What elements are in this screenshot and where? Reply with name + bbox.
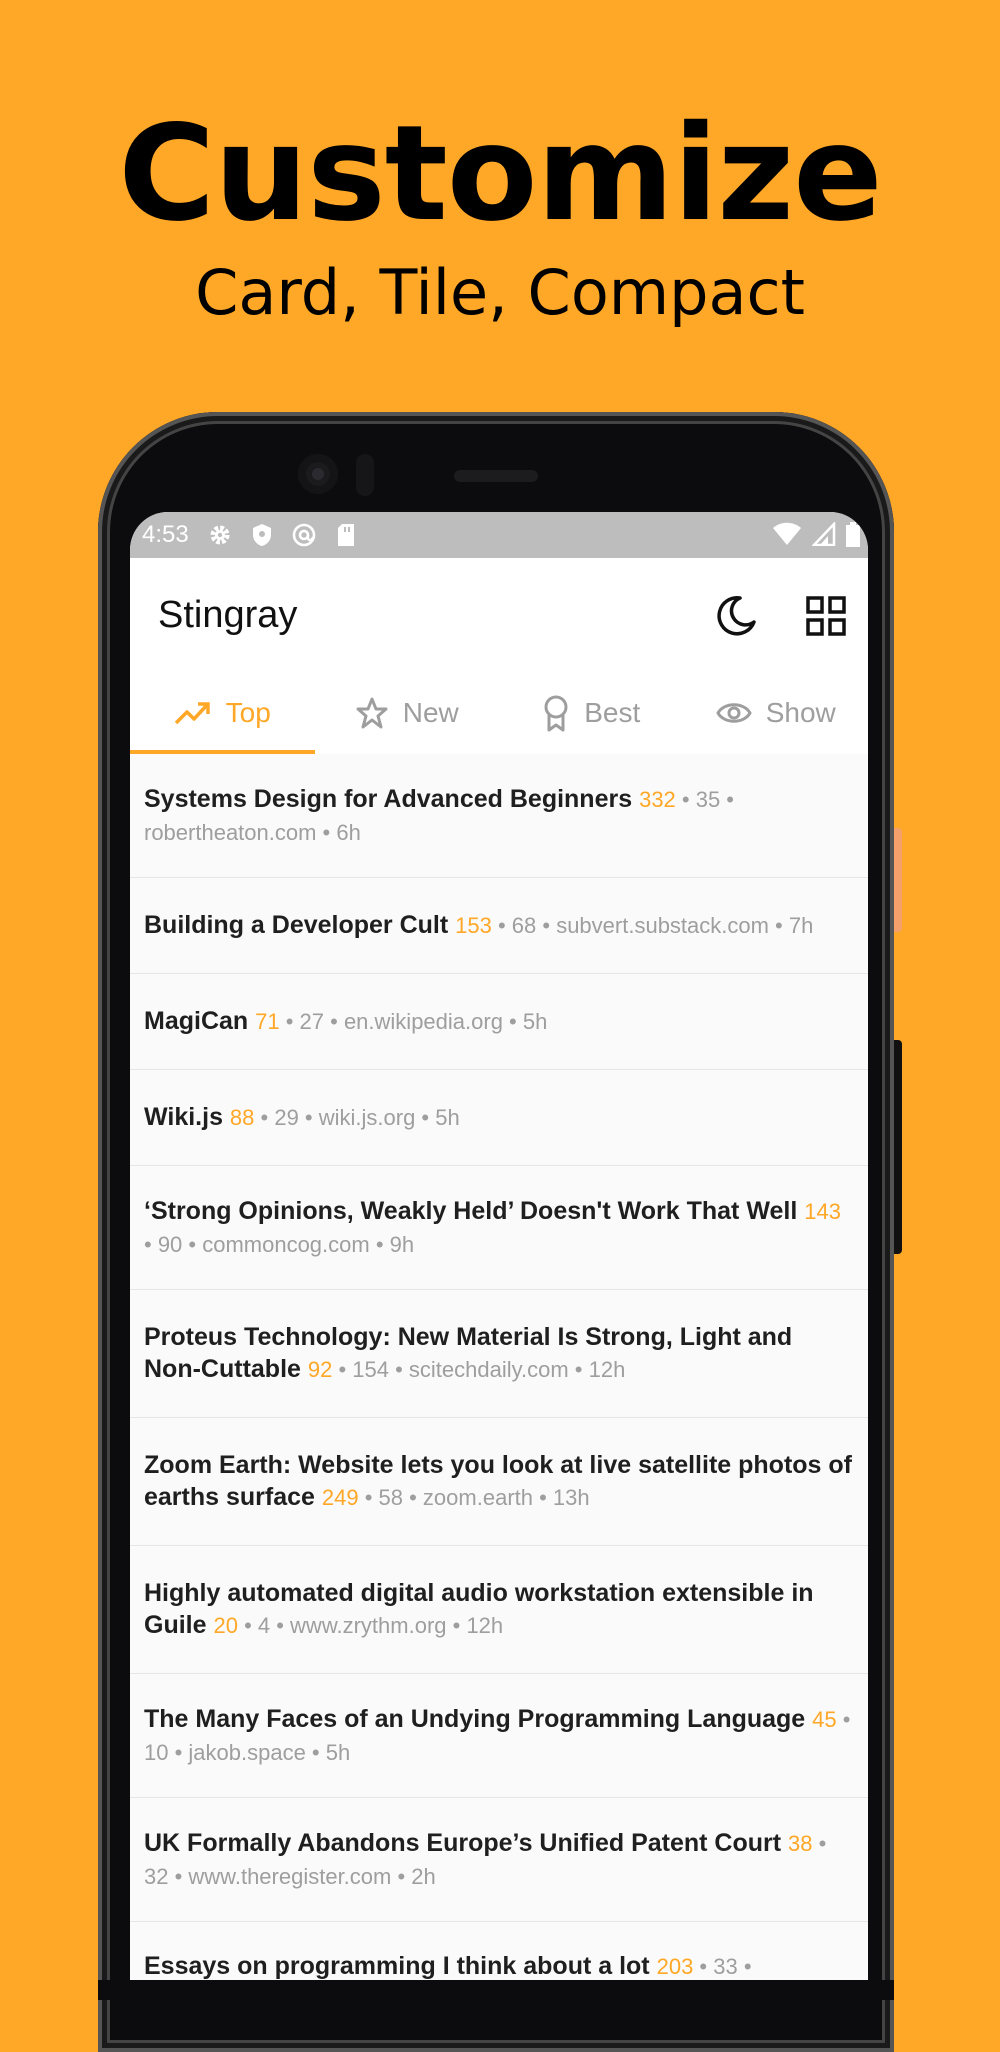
list-item[interactable]: The Many Faces of an Undying Programming… bbox=[130, 1674, 868, 1798]
story-title: Essays on programming I think about a lo… bbox=[144, 1952, 650, 1980]
story-title: Wiki.js bbox=[144, 1103, 223, 1131]
phone-side-button-power bbox=[894, 1040, 902, 1254]
story-points: 20 bbox=[213, 1613, 238, 1638]
list-item[interactable]: ‘Strong Opinions, Weakly Held’ Doesn't W… bbox=[130, 1166, 868, 1290]
story-points: 249 bbox=[321, 1485, 359, 1510]
status-time: 4:53 bbox=[142, 521, 189, 548]
list-item[interactable]: UK Formally Abandons Europe’s Unified Pa… bbox=[130, 1798, 868, 1922]
earpiece-speaker bbox=[454, 470, 538, 482]
app-title: Stingray bbox=[158, 594, 298, 636]
story-points: 203 bbox=[656, 1954, 694, 1979]
wifi-icon bbox=[772, 522, 802, 553]
list-item[interactable]: Proteus Technology: New Material Is Stro… bbox=[130, 1290, 868, 1418]
battery-icon bbox=[846, 521, 860, 554]
eye-icon bbox=[716, 703, 752, 723]
story-meta: • 29 • wiki.js.org • 5h bbox=[254, 1105, 460, 1130]
list-item[interactable]: Building a Developer Cult 153 • 68 • sub… bbox=[130, 878, 868, 974]
story-meta: • 4 • www.zrythm.org • 12h bbox=[237, 1613, 504, 1638]
list-item[interactable]: Systems Design for Advanced Beginners 33… bbox=[130, 754, 868, 878]
moon-icon bbox=[717, 596, 756, 636]
story-points: 88 bbox=[229, 1105, 255, 1130]
story-title: Building a Developer Cult bbox=[144, 911, 449, 939]
story-meta: • 33 • bbox=[693, 1954, 752, 1979]
tab-show[interactable]: Show bbox=[684, 672, 869, 754]
story-meta: • 58 • zoom.earth • 13h bbox=[358, 1485, 590, 1510]
dark-mode-button[interactable] bbox=[712, 592, 760, 640]
phone-side-button-top bbox=[894, 828, 902, 932]
tab-label: Show bbox=[765, 697, 836, 728]
tab-label: New bbox=[402, 697, 459, 728]
award-ribbon-icon bbox=[544, 695, 568, 732]
list-item[interactable]: Essays on programming I think about a lo… bbox=[130, 1922, 868, 1980]
story-title: UK Formally Abandons Europe’s Unified Pa… bbox=[144, 1828, 782, 1857]
tab-best[interactable]: Best bbox=[499, 672, 684, 754]
front-camera bbox=[298, 454, 338, 494]
list-item[interactable]: Highly automated digital audio workstati… bbox=[130, 1546, 868, 1674]
tab-label: Top bbox=[225, 697, 271, 728]
grid-icon bbox=[806, 596, 846, 636]
gear-icon bbox=[207, 522, 233, 548]
signal-icon bbox=[811, 520, 836, 553]
story-points: 92 bbox=[307, 1357, 333, 1382]
story-meta: • 90 • commoncog.com • 9h bbox=[144, 1231, 415, 1257]
tab-new[interactable]: New bbox=[315, 672, 500, 754]
story-meta: • 27 • en.wikipedia.org • 5h bbox=[279, 1009, 548, 1034]
story-points: 45 bbox=[812, 1706, 837, 1732]
list-item[interactable]: Wiki.js 88 • 29 • wiki.js.org • 5h bbox=[130, 1070, 868, 1166]
sd-card-icon bbox=[333, 522, 359, 548]
tab-label: Best bbox=[584, 697, 641, 728]
story-points: 71 bbox=[255, 1009, 280, 1034]
list-item[interactable]: Zoom Earth: Website lets you look at liv… bbox=[130, 1418, 868, 1546]
story-title: ‘Strong Opinions, Weakly Held’ Doesn't W… bbox=[144, 1196, 798, 1225]
promo-title: Customize bbox=[118, 97, 882, 251]
star-icon bbox=[356, 697, 388, 729]
phone-screen: 4:53 Stingray Top New Best Show Systems … bbox=[130, 512, 868, 1980]
story-points: 143 bbox=[804, 1198, 841, 1224]
bottom-bezel bbox=[98, 1980, 894, 2000]
layout-toggle-button[interactable] bbox=[802, 592, 850, 640]
story-points: 38 bbox=[788, 1830, 813, 1856]
promo-subtitle: Card, Tile, Compact bbox=[195, 256, 805, 329]
story-list: Systems Design for Advanced Beginners 33… bbox=[130, 754, 868, 1980]
trending-up-icon bbox=[174, 702, 210, 725]
status-bar: 4:53 bbox=[130, 512, 868, 558]
story-meta: • 68 • subvert.substack.com • 7h bbox=[491, 913, 814, 938]
story-title: Systems Design for Advanced Beginners bbox=[144, 784, 633, 813]
story-meta: • 154 • scitechdaily.com • 12h bbox=[332, 1357, 626, 1382]
app-bar: Stingray bbox=[130, 558, 868, 672]
story-points: 332 bbox=[639, 786, 676, 812]
at-sign-icon bbox=[291, 522, 317, 548]
tab-top[interactable]: Top bbox=[130, 672, 315, 754]
story-title: MagiCan bbox=[144, 1007, 249, 1035]
list-item[interactable]: MagiCan 71 • 27 • en.wikipedia.org • 5h bbox=[130, 974, 868, 1070]
story-title: The Many Faces of an Undying Programming… bbox=[144, 1704, 806, 1733]
story-points: 153 bbox=[455, 913, 492, 938]
shield-icon bbox=[249, 522, 275, 548]
tab-bar: Top New Best Show bbox=[130, 672, 868, 754]
proximity-sensor bbox=[356, 454, 374, 496]
